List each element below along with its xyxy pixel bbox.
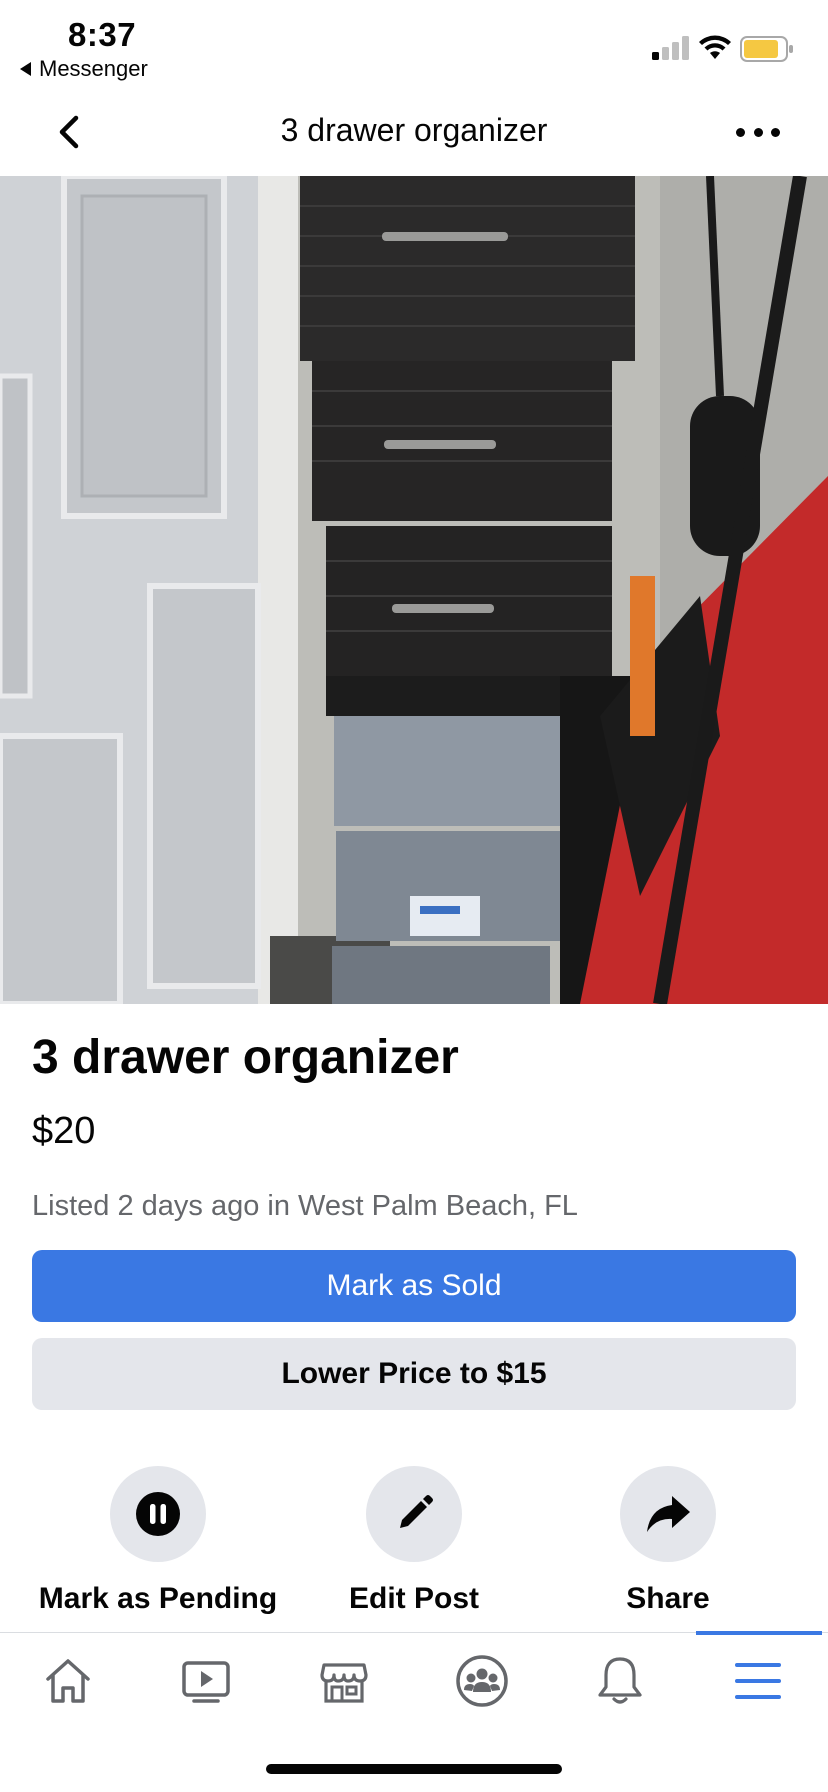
active-tab-indicator	[696, 1631, 822, 1635]
back-triangle-icon	[20, 62, 31, 76]
pencil-icon-circle[interactable]	[366, 1466, 462, 1562]
pause-icon	[136, 1492, 180, 1536]
menu-icon[interactable]	[728, 1651, 788, 1711]
battery-icon	[740, 36, 793, 62]
edit-post-action[interactable]: Edit Post	[284, 1466, 544, 1616]
back-app-label: Messenger	[39, 56, 148, 81]
nav-bar: 3 drawer organizer	[0, 90, 828, 176]
notifications-icon[interactable]	[590, 1651, 650, 1711]
back-to-app-link[interactable]: Messenger	[20, 56, 148, 82]
home-indicator[interactable]	[266, 1764, 562, 1774]
action-label: Edit Post	[348, 1582, 479, 1615]
listing-title: 3 drawer organizer	[32, 1031, 459, 1084]
pause-icon-circle[interactable]	[110, 1466, 206, 1562]
lower-price-button[interactable]: Lower Price to $15	[32, 1338, 796, 1410]
home-icon[interactable]	[38, 1651, 98, 1711]
nav-title: 3 drawer organizer	[280, 112, 548, 148]
watch-icon[interactable]	[176, 1651, 236, 1711]
marketplace-icon[interactable]	[314, 1651, 374, 1711]
signal-icon	[652, 36, 689, 60]
listing-meta: Listed 2 days ago in West Palm Beach, FL	[32, 1190, 578, 1222]
action-label: Share	[626, 1582, 710, 1615]
groups-icon[interactable]	[452, 1651, 512, 1711]
wifi-icon	[699, 35, 731, 59]
more-icon[interactable]	[736, 120, 780, 144]
status-time: 8:37	[68, 16, 137, 53]
share-icon-circle[interactable]	[620, 1466, 716, 1562]
mark-as-sold-button[interactable]: Mark as Sold	[32, 1250, 796, 1322]
listing-price: $20	[32, 1110, 96, 1152]
tab-bar	[0, 1631, 828, 1732]
share-action[interactable]: Share	[538, 1466, 798, 1616]
product-photo[interactable]	[0, 176, 828, 1004]
pencil-icon	[400, 1495, 433, 1528]
share-arrow-icon	[647, 1496, 690, 1532]
status-bar: 8:37 Messenger	[0, 0, 828, 90]
action-label: Mark as Pending	[38, 1582, 278, 1615]
mark-as-pending-action[interactable]: Mark as Pending	[28, 1466, 288, 1616]
